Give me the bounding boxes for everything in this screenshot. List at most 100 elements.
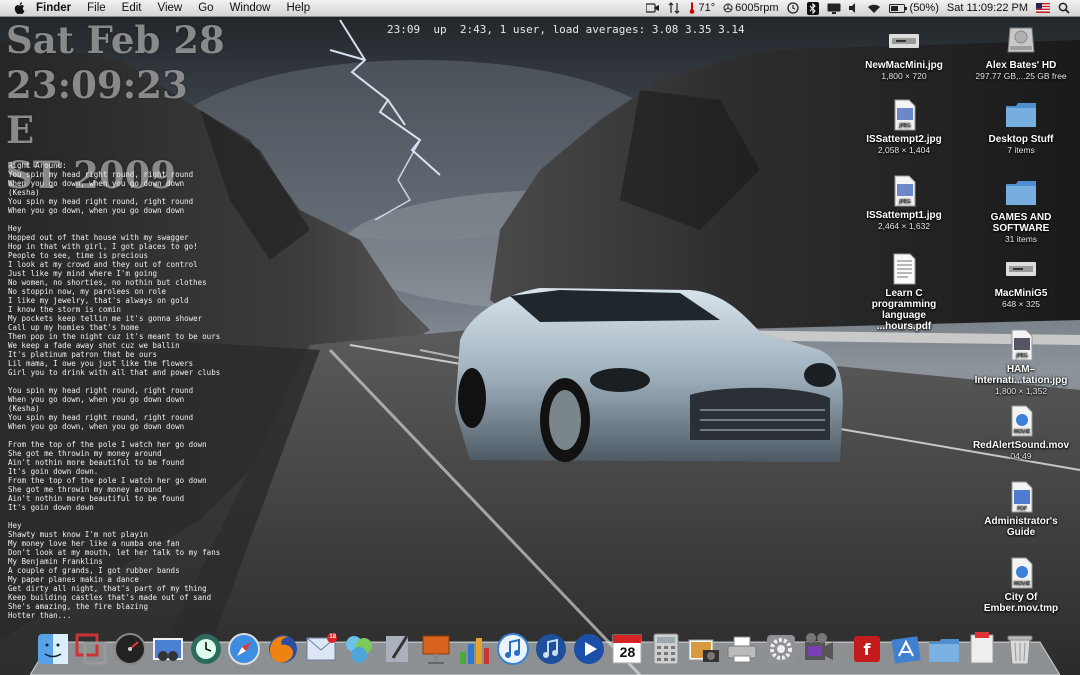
lyric-line: Hop in that with girl, I got places to g… <box>8 242 198 251</box>
dock-item-safari[interactable] <box>227 632 261 666</box>
lyric-line: When you go down, when you go down down <box>8 206 185 215</box>
dock-item-imovie[interactable] <box>802 632 836 666</box>
lyric-line: From the top of the pole I watch her go … <box>8 476 207 485</box>
dock-item-system-preferences[interactable] <box>764 632 798 666</box>
svg-text:MOVIE: MOVIE <box>1014 429 1030 435</box>
lyric-line <box>8 377 258 386</box>
dock-item-flash[interactable]: f <box>850 632 884 666</box>
menu-finder[interactable]: Finder <box>36 2 71 14</box>
lyric-line: Right Around: <box>8 161 67 170</box>
dock-item-preview[interactable] <box>151 632 185 666</box>
fan-speed-readout: 6005rpm <box>735 2 779 14</box>
dock-item-documents[interactable] <box>927 632 961 666</box>
dock-item-dashboard[interactable] <box>113 632 147 666</box>
bluetooth-icon[interactable] <box>806 1 819 15</box>
lyric-line: It's goin down down <box>8 503 94 512</box>
lyric-line: I know the storm is comin <box>8 305 121 314</box>
lyric-line: Hotter than... <box>8 611 72 620</box>
desktop-file-macminig5[interactable]: MacMiniG5 648 × 325 <box>971 252 1071 310</box>
dock-item-printer[interactable] <box>725 632 759 666</box>
lyric-line: Shawty must know I'm not playin <box>8 530 148 539</box>
spotlight-search-icon[interactable] <box>1058 2 1070 14</box>
wifi-icon[interactable] <box>867 3 881 14</box>
lyric-line: From the top of the pole I watch her go … <box>8 440 207 449</box>
thermometer-icon[interactable]: 71° <box>688 2 715 14</box>
display-icon[interactable] <box>827 3 841 14</box>
volume-icon[interactable] <box>848 3 859 13</box>
desktop-folder-desktop-stuff[interactable]: Desktop Stuff 7 items <box>971 98 1071 156</box>
menu-edit[interactable]: Edit <box>122 2 142 14</box>
dock-item-ical[interactable]: 28 <box>610 632 644 666</box>
apple-icon[interactable] <box>12 1 28 15</box>
dock-item-calculator[interactable] <box>649 632 683 666</box>
flag-icon[interactable] <box>1036 3 1050 13</box>
dock-item-itunes[interactable] <box>496 632 530 666</box>
safari-icon <box>228 633 261 665</box>
lyric-line: Don't look at my mouth, let her talk to … <box>8 548 221 557</box>
svg-text:JPEG: JPEG <box>1015 353 1028 359</box>
dock-item-parallels[interactable] <box>74 632 108 666</box>
menu-view[interactable]: View <box>158 2 183 14</box>
desktop-file-city-of-ember[interactable]: MOVIE City Of Ember.mov.tmp <box>971 556 1071 614</box>
dock-item-firefox[interactable] <box>266 632 300 666</box>
desktop-file-issattempt1[interactable]: JPEG ISSattempt1.jpg 2,464 × 1,632 <box>854 174 954 232</box>
svg-text:JPEG: JPEG <box>898 123 911 129</box>
lyric-line: My money love her like a numba one fan <box>8 539 180 548</box>
menu-file[interactable]: File <box>87 2 106 14</box>
jpeg-file-icon: JPEG <box>894 99 916 131</box>
lyric-line: No women, no shorties, no nothin but clo… <box>8 278 207 287</box>
finder-icon <box>38 634 68 664</box>
dock-item-finder[interactable] <box>36 632 70 666</box>
battery-icon[interactable]: (50%) <box>888 2 939 14</box>
desktop-disk-alex-bates-hd[interactable]: Alex Bates' HD 297.77 GB,...25 GB free <box>971 24 1071 82</box>
desktop-file-newmacmini[interactable]: NewMacMini.jpg 1,800 × 720 <box>854 24 954 82</box>
lyric-line: A couple of grands, I got rubber bands <box>8 566 180 575</box>
lyric-line: It's platinum patron that be ours <box>8 350 158 359</box>
dock-item-quicktime[interactable] <box>572 632 606 666</box>
time-machine-status-icon[interactable] <box>786 2 799 14</box>
folder-icon <box>1006 103 1036 127</box>
desktop-file-issattempt2[interactable]: JPEG ISSattempt2.jpg 2,058 × 1,404 <box>854 98 954 156</box>
lyric-line: It's goin down down. <box>8 467 99 476</box>
dock-item-keynote[interactable] <box>419 632 453 666</box>
dock-item-itunes-helper[interactable] <box>534 632 568 666</box>
dock-item-time-machine[interactable] <box>189 632 223 666</box>
mail-unread-badge: 18 <box>329 634 337 640</box>
dock-item-iphoto[interactable] <box>687 632 721 666</box>
dock-item-script-editor[interactable] <box>381 632 415 666</box>
dock-item-numbers[interactable] <box>457 632 491 666</box>
menu-window[interactable]: Window <box>230 2 271 14</box>
pdf-file-icon: PDF <box>1011 481 1033 513</box>
clock-line-2: 23:09:23 E <box>6 63 188 152</box>
video-camera-icon[interactable] <box>646 3 660 13</box>
lyric-line: Hey <box>8 224 22 233</box>
dock-item-applications[interactable] <box>889 632 923 666</box>
dock-item-trash[interactable] <box>1003 632 1037 666</box>
time-machine-icon <box>191 634 222 664</box>
desktop-file-ham-international[interactable]: JPEG HAM–Internati...tation.jpg 1,800 × … <box>971 328 1071 397</box>
calculator-icon <box>653 633 679 665</box>
desktop-file-learn-c-pdf[interactable]: Learn C programming language ...hours.pd… <box>854 252 954 332</box>
fan-speed[interactable]: 6005rpm <box>723 2 779 14</box>
lyric-line: Girl you to drink with all that and powe… <box>8 368 221 377</box>
menu-go[interactable]: Go <box>198 2 213 14</box>
printer-icon <box>727 636 757 663</box>
desktop-folder-games-and-software[interactable]: GAMES AND SOFTWARE 31 items <box>971 176 1071 245</box>
network-monitor-icon[interactable] <box>668 2 680 14</box>
folder-icon <box>1006 181 1036 205</box>
movie-file-icon: MOVIE <box>1011 557 1033 589</box>
menu-help[interactable]: Help <box>286 2 310 14</box>
dock-item-colloquy[interactable] <box>342 632 376 666</box>
lyric-line: Keep building castles that's made out of… <box>8 593 212 602</box>
dock-item-downloads[interactable] <box>965 632 999 666</box>
desktop-file-redalertsound[interactable]: MOVIE RedAlertSound.mov 04:49 <box>971 404 1071 462</box>
lyric-line: Hey <box>8 521 22 530</box>
lyric-line: She got me throwin my money around <box>8 485 162 494</box>
dock-separator <box>840 632 850 666</box>
lyric-line: Ain't nothin more beautiful to be found <box>8 494 185 503</box>
temperature-readout: 71° <box>698 2 716 14</box>
dock-item-mail[interactable]: 18 <box>304 632 338 666</box>
menu-clock[interactable]: Sat 11:09:22 PM <box>947 2 1028 14</box>
desktop-file-administrators-guide[interactable]: PDF Administrator's Guide <box>971 480 1071 538</box>
firefox-icon <box>268 635 297 663</box>
